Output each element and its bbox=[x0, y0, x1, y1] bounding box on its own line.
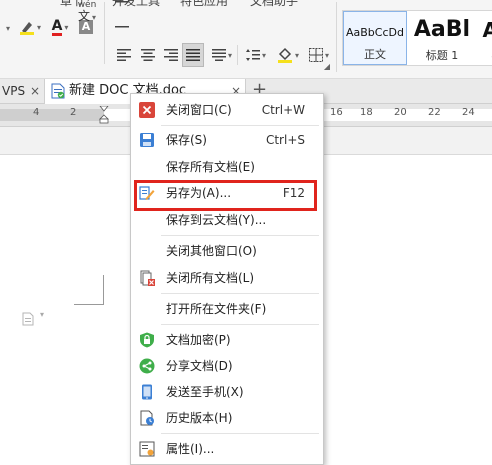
paragraph-settings-launcher[interactable]: ◢ bbox=[322, 61, 332, 71]
launcher-icon: ◢ bbox=[324, 62, 330, 71]
distributed-align-button[interactable]: ▾ bbox=[207, 45, 237, 65]
ribbon-divider bbox=[237, 45, 238, 65]
bullet-icon-row[interactable] bbox=[115, 18, 129, 38]
bullet-dropdown[interactable]: ▾ bbox=[0, 18, 14, 38]
menu-item-close-others[interactable]: 关闭其他窗口(O) bbox=[131, 238, 323, 264]
highlighter-icon bbox=[19, 19, 35, 35]
menu-item-save-all[interactable]: 保存所有文档(E) bbox=[131, 154, 323, 180]
paragraph-layout-icon[interactable] bbox=[22, 312, 34, 326]
menu-item-label: 关闭所有文档(L) bbox=[166, 265, 254, 291]
ruler-number: 20 bbox=[394, 107, 407, 118]
lock-icon bbox=[139, 332, 155, 348]
close-window-icon bbox=[139, 102, 155, 118]
menu-item-label: 发送至手机(X) bbox=[166, 379, 244, 405]
menu-item-label: 关闭窗口(C) bbox=[166, 97, 232, 123]
menu-separator bbox=[161, 293, 319, 294]
styles-gallery: AaBbCcDd 正文 AaBl 标题 1 Aa 标 bbox=[342, 10, 492, 66]
menu-item-label: 文档加密(P) bbox=[166, 327, 231, 353]
menu-separator bbox=[161, 324, 319, 325]
style-label: 标题 1 bbox=[426, 47, 459, 63]
ruler-number: 2 bbox=[70, 107, 76, 118]
ribbon-divider bbox=[104, 2, 105, 64]
style-normal[interactable]: AaBbCcDd 正文 bbox=[343, 11, 407, 65]
line-spacing-icon bbox=[246, 48, 260, 62]
menu-item-close-window[interactable]: 关闭窗口(C) Ctrl+W bbox=[131, 97, 323, 123]
share-icon bbox=[139, 358, 155, 374]
highlight-button[interactable]: ▾ bbox=[16, 17, 44, 37]
font-color-label: A bbox=[52, 19, 63, 36]
distributed-align-icon bbox=[212, 49, 226, 61]
style-sample: AaBbCcDd bbox=[346, 26, 404, 39]
menu-item-close-all[interactable]: 关闭所有文档(L) bbox=[131, 265, 323, 291]
justify-button[interactable] bbox=[182, 43, 204, 67]
close-all-icon bbox=[139, 270, 155, 286]
ruler-number: 16 bbox=[330, 107, 343, 118]
line-spacing-button[interactable]: ▾ bbox=[241, 45, 271, 65]
menu-item-label: 关闭其他窗口(O) bbox=[166, 238, 257, 264]
tab-features[interactable]: 特色应用 bbox=[180, 0, 228, 10]
align-right-icon bbox=[164, 49, 178, 61]
chevron-down-icon: ▾ bbox=[6, 24, 10, 33]
menu-item-send-to-phone[interactable]: 发送至手机(X) bbox=[131, 379, 323, 405]
ruler-number: 24 bbox=[462, 107, 475, 118]
menu-item-share[interactable]: 分享文档(D) bbox=[131, 353, 323, 379]
font-color-button[interactable]: A ▾ bbox=[47, 17, 73, 37]
align-right-button[interactable] bbox=[162, 45, 180, 65]
ruler-number: 22 bbox=[428, 107, 441, 118]
tab-previous-document[interactable]: VPS bbox=[0, 79, 25, 103]
annotation-highlight-box bbox=[134, 180, 317, 211]
align-left-button[interactable] bbox=[115, 45, 133, 65]
save-icon bbox=[139, 132, 155, 148]
menu-separator bbox=[161, 433, 319, 434]
align-center-button[interactable] bbox=[139, 45, 157, 65]
ruler-number: 4 bbox=[33, 107, 39, 118]
style-label: 正文 bbox=[364, 46, 386, 62]
phone-icon bbox=[139, 384, 155, 400]
menu-item-properties[interactable]: 属性(I)... bbox=[131, 436, 323, 462]
tab-doc-assistant[interactable]: 文档助手 bbox=[250, 0, 298, 10]
tab-context-menu: 关闭窗口(C) Ctrl+W 保存(S) Ctrl+S 保存所有文档(E) 另存… bbox=[130, 93, 324, 465]
history-icon bbox=[139, 410, 155, 426]
menu-item-shortcut: Ctrl+S bbox=[266, 127, 305, 153]
style-sample: AaBl bbox=[414, 17, 470, 42]
style-sample: Aa bbox=[483, 18, 492, 42]
style-heading-1[interactable]: AaBl 标题 1 bbox=[407, 11, 477, 65]
close-previous-tab-icon[interactable]: × bbox=[30, 79, 40, 103]
style-heading-2[interactable]: Aa 标 bbox=[477, 11, 492, 65]
menu-item-label: 保存(S) bbox=[166, 127, 207, 153]
justify-icon bbox=[186, 49, 200, 61]
align-left-icon bbox=[117, 49, 131, 61]
word-doc-icon bbox=[51, 83, 65, 99]
align-center-icon bbox=[141, 49, 155, 61]
ribbon: 章节 开发工具 特色应用 文档助手 ▾ ▾ A ▾ A wén 文▾ bbox=[0, 0, 492, 79]
shading-button[interactable]: ▾ bbox=[273, 45, 303, 65]
menu-item-save[interactable]: 保存(S) Ctrl+S bbox=[131, 127, 323, 153]
paint-bucket-icon bbox=[277, 47, 293, 63]
menu-item-label: 历史版本(H) bbox=[166, 405, 232, 431]
phonetic-guide-button[interactable]: wén 文▾ bbox=[72, 0, 102, 24]
menu-item-encrypt[interactable]: 文档加密(P) bbox=[131, 327, 323, 353]
menu-separator bbox=[161, 125, 319, 126]
bullet-list-icon bbox=[115, 0, 129, 8]
ruler-number: 18 bbox=[360, 107, 373, 118]
margin-corner-mark bbox=[74, 304, 104, 305]
ribbon-divider bbox=[336, 2, 337, 72]
menu-separator bbox=[161, 235, 319, 236]
chevron-down-icon[interactable]: ▾ bbox=[40, 310, 44, 319]
menu-item-label: 属性(I)... bbox=[166, 436, 214, 462]
margin-corner-mark bbox=[103, 275, 104, 305]
menu-item-shortcut: Ctrl+W bbox=[262, 97, 305, 123]
indent-marker-icon[interactable] bbox=[99, 106, 109, 124]
list-top-icon bbox=[115, 26, 129, 30]
borders-icon bbox=[309, 48, 323, 62]
menu-item-history[interactable]: 历史版本(H) bbox=[131, 405, 323, 431]
menu-item-open-folder[interactable]: 打开所在文件夹(F) bbox=[131, 296, 323, 322]
menu-item-label: 分享文档(D) bbox=[166, 353, 233, 379]
menu-item-label: 打开所在文件夹(F) bbox=[166, 296, 266, 322]
bullets-button[interactable] bbox=[115, 0, 129, 8]
menu-item-label: 保存所有文档(E) bbox=[166, 154, 255, 180]
